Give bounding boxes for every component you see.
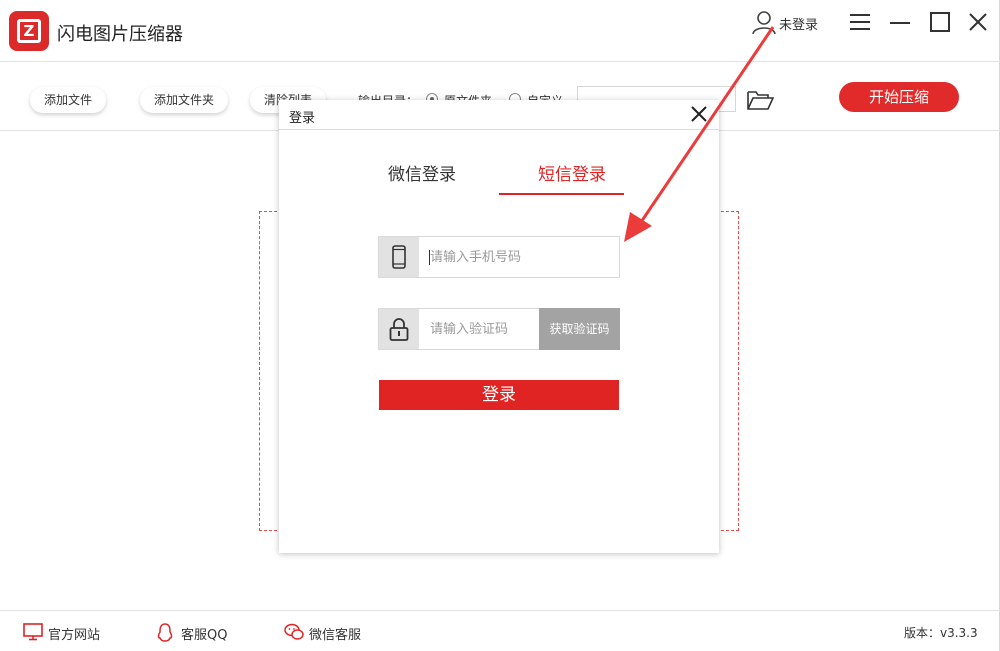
support-wechat-link[interactable]: 微信客服 [284, 623, 364, 643]
support-qq-label: 客服QQ [181, 628, 228, 643]
browse-folder-button[interactable] [746, 89, 775, 115]
dialog-title: 登录 [289, 111, 316, 126]
user-login-button[interactable]: 未登录 [752, 10, 826, 34]
title-bar: Z 闪电图片压缩器 未登录 [0, 0, 1000, 62]
dialog-header: 登录 [279, 100, 719, 130]
minimize-button[interactable] [888, 10, 912, 34]
dialog-close-button[interactable] [689, 104, 709, 124]
official-website-link[interactable]: 官方网站 [23, 623, 103, 643]
add-file-button[interactable]: 添加文件 [30, 87, 107, 113]
phone-icon [392, 245, 406, 269]
app-title: 闪电图片压缩器 [57, 24, 183, 45]
close-icon [691, 106, 707, 122]
qq-icon [157, 623, 173, 642]
tab-sms-login[interactable]: 短信登录 [538, 160, 606, 185]
minimize-icon [890, 22, 910, 24]
phone-input[interactable] [420, 237, 618, 277]
official-website-label: 官方网站 [48, 628, 101, 643]
monitor-icon [23, 623, 43, 641]
phone-field [378, 236, 620, 278]
footer-bar: 官方网站 客服QQ 微信客服 版本：v3.3.3 [0, 610, 1000, 651]
start-compress-button[interactable]: 开始压缩 [839, 82, 959, 112]
support-qq-link[interactable]: 客服QQ [156, 623, 236, 643]
support-wechat-label: 微信客服 [309, 628, 362, 643]
tab-wechat-login[interactable]: 微信登录 [388, 160, 456, 185]
user-status: 未登录 [779, 18, 819, 33]
login-submit-button[interactable]: 登录 [379, 380, 619, 410]
text-caret [429, 250, 430, 265]
phone-icon-box [379, 237, 419, 277]
maximize-button[interactable] [928, 10, 952, 34]
login-dialog: 登录 微信登录 短信登录 请输入手机号码 请输入验证码 获取验证码 登录 [279, 100, 719, 553]
menu-button[interactable] [848, 10, 872, 34]
get-code-button[interactable]: 获取验证码 [539, 308, 620, 350]
close-icon [969, 13, 987, 31]
wechat-icon [284, 623, 304, 640]
code-field: 获取验证码 [378, 308, 620, 350]
lock-icon [389, 318, 409, 341]
active-tab-indicator [499, 193, 624, 195]
lock-icon-box [379, 309, 419, 349]
logo-letter: Z [23, 22, 35, 40]
add-folder-button[interactable]: 添加文件夹 [140, 87, 229, 113]
user-icon [752, 11, 776, 34]
app-window: Z 闪电图片压缩器 未登录 添加文件 添加文件夹 开始压缩 登录 微信登录 短信… [0, 0, 1000, 651]
verification-code-input[interactable] [420, 309, 538, 349]
close-window-button[interactable] [966, 10, 990, 34]
version-label: 版本：v3.3.3 [904, 626, 978, 640]
folder-open-icon [747, 91, 775, 110]
maximize-icon [930, 12, 950, 32]
app-logo: Z [9, 11, 49, 51]
menu-icon [850, 14, 870, 30]
